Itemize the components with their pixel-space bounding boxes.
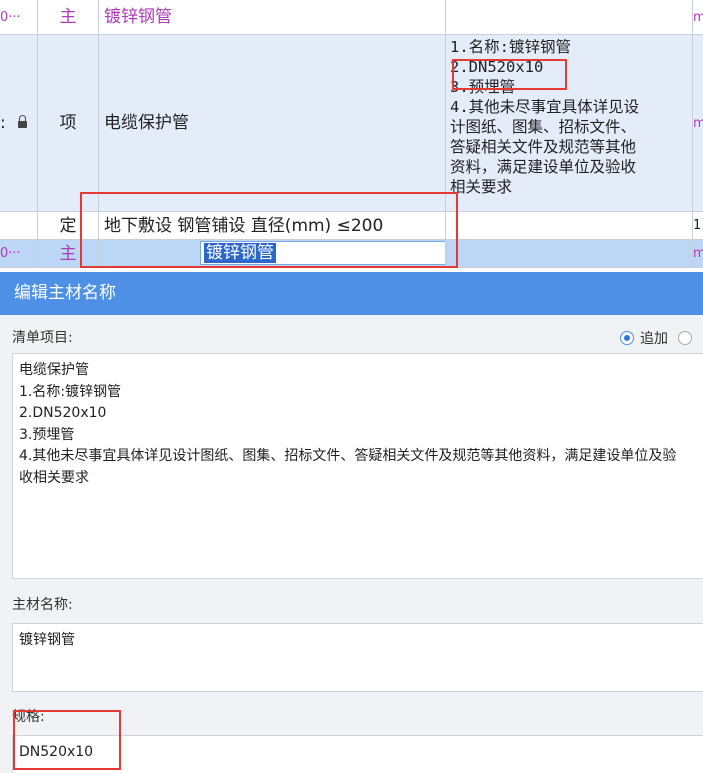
- spec-value: DN520x10: [19, 744, 94, 760]
- feature-line: 2.DN520x10: [450, 58, 544, 76]
- material-name-label: 主材名称:: [12, 597, 73, 613]
- feature-line: 资料，满足建设单位及验收: [450, 158, 637, 176]
- name-edit-input[interactable]: 镀锌钢管 ···: [200, 241, 445, 265]
- list-item-textarea[interactable]: 电缆保护管 1.名称:镀锌钢管 2.DN520x10 3.预埋管 4.其他未尽事…: [12, 353, 703, 579]
- textarea-line: 3.预埋管: [19, 426, 75, 443]
- type-cell: 主: [38, 240, 99, 267]
- type-text: 主: [59, 243, 77, 264]
- row-id-text: 0···: [0, 9, 21, 25]
- unit-text: m: [693, 246, 703, 261]
- name-text: 电缆保护管: [104, 113, 189, 133]
- selected-text: 镀锌钢管: [204, 243, 276, 263]
- textarea-line: 1.名称:镀锌钢管: [19, 383, 122, 400]
- name-cell[interactable]: 地下敷设 钢管铺设 直径(mm) ≤200: [99, 212, 446, 239]
- textarea-line: 收相关要求: [19, 469, 89, 486]
- spreadsheet-grid: 0··· 主 镀锌钢管 m : 项 电缆保护管 1.名称:镀锌钢管 2.DN52…: [0, 0, 703, 270]
- edit-material-dialog: 编辑主材名称 清单项目: 追加 电缆保护管 1.名称:镀锌钢管 2.DN520x…: [0, 272, 703, 773]
- table-row-selected[interactable]: 0··· 主 镀锌钢管 ··· m: [0, 240, 703, 268]
- feature-cell[interactable]: 1.名称:镀锌钢管 2.DN520x10 3.预埋管 4.其他未尽事宜具体详见设…: [446, 35, 693, 211]
- unit-cell: m: [693, 0, 703, 34]
- feature-line: 相关要求: [450, 178, 513, 196]
- append-radio[interactable]: [620, 331, 634, 345]
- dialog-title[interactable]: 编辑主材名称: [0, 272, 703, 315]
- feature-cell[interactable]: [446, 0, 693, 34]
- unit-cell: m: [693, 35, 703, 211]
- unit-cell: m: [693, 240, 703, 267]
- name-cell[interactable]: 电缆保护管: [99, 35, 446, 211]
- table-row[interactable]: 0··· 主 镀锌钢管 m: [0, 0, 703, 35]
- feature-line: 3.预埋管: [450, 78, 516, 96]
- type-cell: 主: [38, 0, 99, 34]
- type-text: 主: [59, 7, 77, 27]
- textarea-line: 电缆保护管: [19, 362, 89, 378]
- feature-line: 1.名称:镀锌钢管: [450, 38, 571, 56]
- feature-cell[interactable]: [446, 240, 693, 267]
- material-name-input[interactable]: 镀锌钢管: [12, 623, 703, 692]
- name-cell[interactable]: 镀锌钢管: [99, 0, 446, 34]
- row-id-text: 0···: [0, 246, 21, 261]
- name-cell-editing[interactable]: 镀锌钢管 ···: [99, 240, 446, 267]
- row-id-text: :: [0, 113, 6, 133]
- table-row[interactable]: : 项 电缆保护管 1.名称:镀锌钢管 2.DN520x10 3.预埋管 4.其…: [0, 35, 703, 212]
- type-text: 定: [59, 215, 77, 236]
- list-item-label: 清单项目:: [12, 330, 73, 346]
- table-row: [0, 268, 703, 270]
- table-row[interactable]: 定 地下敷设 钢管铺设 直径(mm) ≤200 1: [0, 212, 703, 240]
- textarea-line: 2.DN520x10: [19, 405, 107, 421]
- textarea-line: 4.其他未尽事宜具体详见设计图纸、图集、招标文件、答疑相关文件及规范等其他资料，…: [19, 448, 677, 464]
- spec-label: 规格:: [12, 709, 45, 725]
- type-cell: 定: [38, 212, 99, 239]
- feature-line: 4.其他未尽事宜具体详见设: [450, 98, 640, 116]
- material-name-value: 镀锌钢管: [19, 632, 75, 648]
- lock-icon: [17, 114, 27, 128]
- row-id-cell: 0···: [0, 240, 38, 267]
- replace-radio[interactable]: [678, 331, 692, 345]
- unit-cell: 1: [693, 212, 703, 239]
- unit-text: m: [693, 115, 703, 131]
- mode-radio-group: 追加: [620, 328, 698, 348]
- spec-input[interactable]: DN520x10: [12, 735, 703, 773]
- unit-text: m: [693, 9, 703, 25]
- feature-line: 计图纸、图集、招标文件、: [450, 118, 637, 136]
- row-id-cell: 0···: [0, 0, 38, 34]
- type-cell: 项: [38, 35, 99, 211]
- type-text: 项: [59, 113, 77, 133]
- append-radio-label[interactable]: 追加: [640, 328, 668, 348]
- feature-cell[interactable]: [446, 212, 693, 239]
- name-text: 地下敷设 钢管铺设 直径(mm) ≤200: [104, 215, 384, 236]
- feature-line: 答疑相关文件及规范等其他: [450, 138, 637, 156]
- row-id-cell: :: [0, 35, 38, 211]
- name-text: 镀锌钢管: [104, 7, 172, 27]
- row-id-cell: [0, 212, 38, 239]
- unit-text: 1: [693, 218, 702, 233]
